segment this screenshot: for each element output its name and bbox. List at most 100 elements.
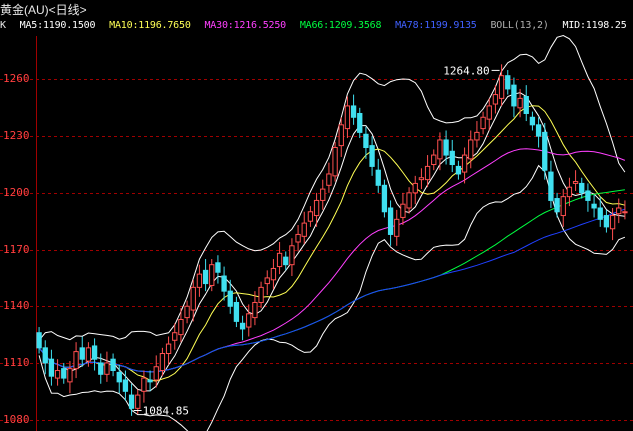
candle-up (461, 154, 468, 173)
moving-averages (38, 92, 626, 392)
indicator-legend: K MA5:1190.1500 MA10:1196.7650 MA30:1216… (0, 20, 633, 34)
bollinger-bands (38, 34, 626, 431)
candle-down (363, 133, 369, 149)
candle-down (548, 171, 554, 201)
candle-down (98, 362, 104, 375)
candle-up (566, 186, 573, 198)
legend-ma5: MA5:1190.1500 (19, 20, 96, 31)
candle-up (492, 94, 499, 105)
candle-up (178, 318, 184, 336)
candle-up (135, 394, 141, 409)
candle-up (517, 97, 523, 109)
candle-down (449, 150, 455, 166)
ma30-line (38, 148, 626, 373)
candle-up (295, 233, 301, 243)
candle-up (431, 154, 437, 166)
candle-up (486, 105, 492, 120)
candle-down (36, 332, 42, 349)
low-marker-label: 1084.85 (143, 404, 189, 417)
legend-ma30: MA30:1216.5250 (204, 20, 286, 31)
candle-up (480, 116, 486, 130)
candle-down (221, 275, 227, 292)
candle-down (505, 75, 511, 90)
candle-up (159, 353, 166, 372)
candle-up (190, 286, 196, 311)
y-tick-label: 1170 (3, 242, 30, 256)
candle-up (424, 165, 431, 181)
legend-ma78: MA78:1199.9135 (395, 20, 477, 31)
candle-down (110, 358, 116, 372)
candle-up (498, 75, 505, 99)
candle-down (381, 184, 388, 213)
candle-down (443, 139, 449, 156)
candle-up (418, 177, 425, 181)
candle-down (585, 190, 591, 201)
candle-up (104, 362, 110, 375)
candle-down (554, 198, 560, 213)
candle-down (387, 207, 394, 235)
ma78-line (38, 208, 626, 373)
candle-down (91, 345, 98, 360)
ma5-line (38, 92, 625, 392)
candle-up (276, 252, 283, 268)
candle-down (535, 124, 542, 137)
candle-up (332, 147, 338, 177)
candle-up (474, 131, 480, 141)
candle-up (572, 181, 579, 184)
candle-up (67, 368, 73, 383)
candle-up (560, 196, 566, 217)
candle-up (270, 267, 277, 281)
candle-up (172, 332, 178, 341)
candle-down (227, 290, 233, 307)
candle-down (455, 165, 462, 175)
candle-down (215, 262, 221, 273)
y-tick-label: 1230 (3, 128, 30, 142)
candle-up (289, 245, 295, 266)
candle-up (437, 139, 443, 160)
title-bar: 黄金(AU)<日线> (0, 0, 633, 17)
grid-lines (0, 36, 633, 431)
legend-boll: BOLL(13,2) (490, 20, 549, 31)
ma66-line (38, 189, 625, 373)
candle-up (196, 273, 203, 288)
candle-down (79, 347, 85, 360)
boll-upper (38, 34, 626, 341)
candle-down (48, 358, 55, 377)
candle-up (394, 218, 400, 237)
candle-down (511, 84, 517, 107)
candle-up (338, 124, 344, 147)
candle-up (344, 105, 351, 130)
candle-down (542, 131, 548, 171)
candle-up (85, 347, 92, 362)
candle-down (597, 207, 603, 220)
candle-down (42, 347, 48, 364)
candle-down (350, 105, 357, 118)
candle-down (591, 203, 597, 209)
y-tick-label: 1110 (3, 355, 30, 369)
candle-up (622, 211, 628, 214)
candle-up (301, 222, 307, 237)
y-tick-label: 1080 (3, 412, 30, 426)
candle-down (128, 394, 135, 409)
candle-up (184, 305, 190, 319)
candle-up (73, 351, 79, 370)
candle-up (313, 199, 320, 217)
candle-down (61, 368, 67, 379)
candle-up (320, 188, 326, 201)
legend-mid: MID:1198.25 (562, 20, 627, 31)
candle-up (141, 377, 147, 392)
candle-up (209, 264, 215, 286)
candle-up (258, 286, 264, 303)
candle-up (412, 182, 418, 194)
candle-down (147, 379, 153, 383)
y-tick-label: 1140 (3, 298, 30, 312)
candle-up (406, 192, 412, 209)
candle-up (246, 313, 252, 328)
candle-down (116, 371, 122, 383)
candle-up (153, 366, 159, 381)
candle-down (579, 182, 585, 194)
candle-down (603, 215, 610, 228)
candle-down (122, 379, 129, 392)
candle-up (165, 343, 172, 355)
candle-down (202, 269, 209, 285)
